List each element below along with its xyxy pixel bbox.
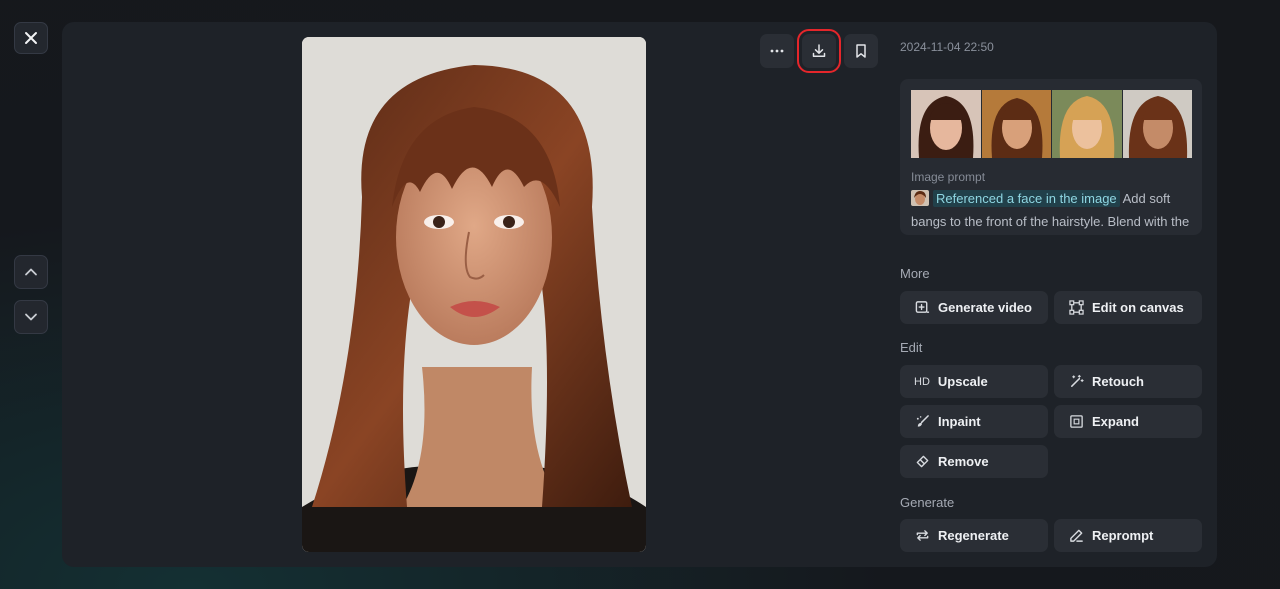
refresh-icon [914, 528, 930, 544]
upscale-label: Upscale [937, 374, 988, 389]
regenerate-label: Regenerate [938, 528, 1009, 543]
hd-icon: HD [914, 375, 930, 388]
generate-video-button[interactable]: Generate video [900, 291, 1048, 324]
inpaint-button[interactable]: Inpaint [900, 405, 1048, 438]
section-edit-label: Edit [900, 340, 923, 355]
close-icon [24, 31, 38, 45]
generate-video-label: Generate video [938, 300, 1032, 315]
eraser-icon [914, 454, 930, 470]
more-options-button[interactable] [760, 34, 794, 68]
upscale-button[interactable]: HD Upscale [900, 365, 1048, 398]
timestamp: 2024-11-04 22:50 [900, 40, 994, 54]
retouch-button[interactable]: Retouch [1054, 365, 1202, 398]
close-button[interactable] [14, 22, 48, 54]
inpaint-label: Inpaint [938, 414, 981, 429]
expand-label: Expand [1092, 414, 1139, 429]
chevron-down-icon [24, 310, 38, 324]
edit-on-canvas-button[interactable]: Edit on canvas [1054, 291, 1202, 324]
remove-label: Remove [938, 454, 989, 469]
bookmark-button[interactable] [844, 34, 878, 68]
download-icon [811, 43, 827, 59]
more-horizontal-icon [769, 43, 785, 59]
prompt-label: Image prompt [911, 170, 986, 184]
remove-button[interactable]: Remove [900, 445, 1048, 478]
video-plus-icon [914, 300, 930, 316]
expand-icon [1068, 414, 1084, 430]
section-generate-label: Generate [900, 495, 955, 510]
next-image-button[interactable] [14, 300, 48, 334]
chevron-up-icon [24, 265, 38, 279]
image-detail-panel: 2024-11-04 22:50 Image prompt Referenced… [62, 22, 1217, 567]
bookmark-icon [853, 43, 869, 59]
pencil-icon [1068, 528, 1084, 544]
image-toolbar [760, 29, 878, 73]
reference-thumbnail[interactable] [911, 90, 981, 158]
previous-image-button[interactable] [14, 255, 48, 289]
portrait-illustration [302, 37, 646, 552]
canvas-icon [1068, 300, 1084, 316]
expand-button[interactable]: Expand [1054, 405, 1202, 438]
reprompt-label: Reprompt [1092, 528, 1154, 543]
prompt-text: Referenced a face in the image Add soft … [911, 188, 1192, 235]
regenerate-button[interactable]: Regenerate [900, 519, 1048, 552]
reference-thumbnail[interactable] [981, 90, 1051, 158]
reference-thumbnails [911, 90, 1192, 158]
reference-chip[interactable]: Referenced a face in the image [933, 190, 1120, 207]
reference-thumbnail[interactable] [1122, 90, 1192, 158]
download-button[interactable] [797, 29, 841, 73]
prompt-card: Image prompt Referenced a face in the im… [900, 79, 1202, 235]
reference-thumbnail[interactable] [1052, 90, 1122, 158]
edit-on-canvas-label: Edit on canvas [1092, 300, 1184, 315]
reprompt-button[interactable]: Reprompt [1054, 519, 1202, 552]
retouch-label: Retouch [1092, 374, 1144, 389]
generated-image[interactable] [302, 37, 646, 552]
section-more-label: More [900, 266, 930, 281]
magic-wand-icon [1068, 374, 1084, 390]
brush-icon [914, 414, 930, 430]
reference-face-thumbnail [911, 190, 929, 206]
